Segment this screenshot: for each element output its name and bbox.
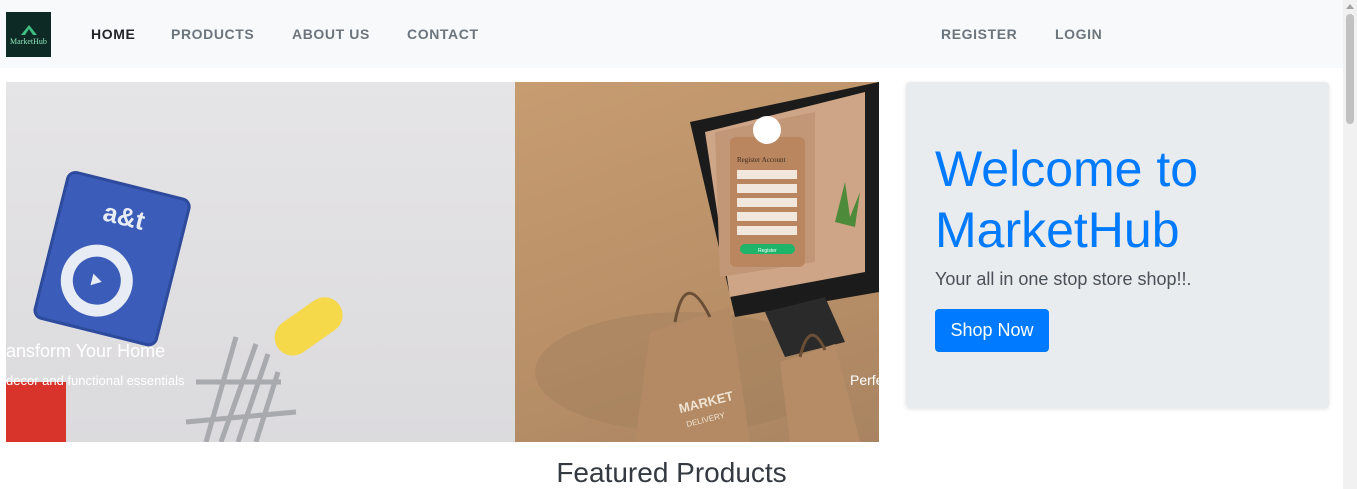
slide-caption-title: ansform Your Home [6,341,166,361]
navbar: MarketHub HOME PRODUCTS ABOUT US CONTACT… [0,0,1343,68]
slide-caption-text: decor and functional essentials [6,373,185,388]
form-card-title: Register Account [737,156,785,164]
nav-home[interactable]: HOME [91,25,135,43]
scroll-up-icon[interactable] [1346,4,1354,9]
welcome-text: Your all in one stop store shop!!. [935,269,1192,289]
nav-products[interactable]: PRODUCTS [171,25,254,43]
hero-carousel[interactable]: a&t ansform Your Home decor and function… [6,82,879,442]
welcome-jumbotron: Welcome to MarketHub Your all in one sto… [906,82,1329,408]
nav-about-us[interactable]: ABOUT US [292,25,370,43]
mp3-player-cart-image: a&t [6,170,343,442]
nav-contact[interactable]: CONTACT [407,25,479,43]
featured-products-heading: Featured Products [556,457,787,488]
form-card-button: Register [758,248,777,254]
logo-mark-inner [25,29,33,35]
carousel-slide-delivery[interactable]: Register Account Register MARKET DELIVER… [515,82,879,442]
carousel-slide-home[interactable]: a&t ansform Your Home decor and function… [6,82,515,442]
nav-register[interactable]: REGISTER [941,25,1017,43]
monitor-shopping-bags-image: Register Account Register MARKET DELIVER… [535,82,879,442]
logo-text: MarketHub [10,37,47,46]
brand-logo[interactable]: MarketHub [6,12,51,57]
shop-now-button[interactable]: Shop Now [935,309,1049,352]
welcome-title: Welcome to MarketHub [935,141,1199,258]
page-scrollbar[interactable] [1343,0,1357,489]
nav-login[interactable]: LOGIN [1055,25,1102,43]
slide-caption-peek: Perfe [850,372,879,388]
scrollbar-thumb[interactable] [1346,14,1354,124]
